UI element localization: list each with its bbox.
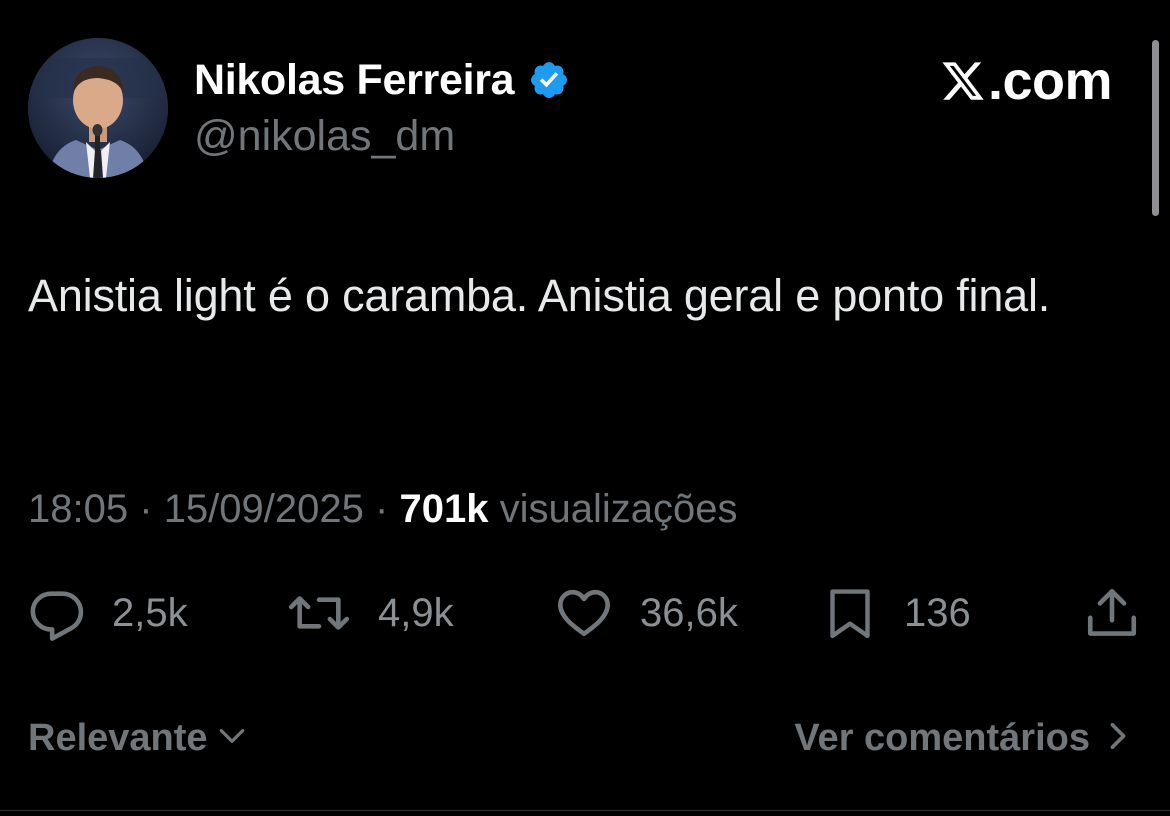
brand-text: .com bbox=[987, 51, 1113, 111]
share-button[interactable] bbox=[1082, 582, 1142, 644]
tweet-date[interactable]: 15/09/2025 bbox=[164, 487, 364, 531]
meta-separator: · bbox=[139, 487, 153, 531]
verified-badge-icon bbox=[528, 59, 570, 101]
repost-icon bbox=[286, 584, 352, 642]
bookmark-button[interactable]: 136 bbox=[822, 582, 971, 644]
avatar-image bbox=[28, 38, 168, 178]
view-comments-link[interactable]: Ver comentários bbox=[794, 708, 1132, 768]
reply-icon bbox=[28, 584, 86, 642]
like-count: 36,6k bbox=[640, 590, 738, 635]
author-name-row[interactable]: Nikolas Ferreira bbox=[194, 52, 570, 108]
chevron-down-icon bbox=[216, 720, 248, 757]
like-button[interactable]: 36,6k bbox=[554, 582, 738, 644]
scrollbar[interactable] bbox=[1152, 40, 1159, 216]
avatar[interactable] bbox=[28, 38, 168, 178]
reply-count: 2,5k bbox=[112, 590, 188, 635]
reply-button[interactable]: 2,5k bbox=[28, 582, 188, 644]
author-display-name[interactable]: Nikolas Ferreira bbox=[194, 56, 515, 105]
brand-watermark: .com bbox=[940, 50, 1113, 112]
tweet-time[interactable]: 18:05 bbox=[28, 487, 128, 531]
view-comments-label: Ver comentários bbox=[794, 716, 1090, 759]
sort-dropdown[interactable]: Relevante bbox=[28, 708, 248, 768]
author-handle[interactable]: @nikolas_dm bbox=[194, 112, 455, 161]
tweet-meta: 18:05 · 15/09/2025 · 701k visualizações bbox=[28, 480, 737, 538]
bookmark-icon bbox=[822, 584, 878, 642]
views-count[interactable]: 701k bbox=[399, 487, 488, 531]
meta-separator: · bbox=[375, 487, 389, 531]
tweet-text: Anistia light é o caramba. Anistia geral… bbox=[28, 270, 1051, 321]
sort-label: Relevante bbox=[28, 716, 208, 759]
like-icon bbox=[554, 584, 614, 642]
repost-button[interactable]: 4,9k bbox=[286, 582, 454, 644]
share-icon bbox=[1082, 584, 1142, 642]
action-bar: 2,5k 4,9k 36,6k 136 bbox=[0, 582, 1170, 644]
chevron-right-icon bbox=[1104, 719, 1132, 758]
x-logo-icon bbox=[940, 58, 986, 104]
tweet-screenshot: Nikolas Ferreira @nikolas_dm .com Anisti… bbox=[0, 0, 1170, 816]
repost-count: 4,9k bbox=[378, 590, 454, 635]
divider bbox=[0, 810, 1170, 811]
views-label[interactable]: visualizações bbox=[500, 487, 738, 531]
bookmark-count: 136 bbox=[904, 590, 971, 635]
